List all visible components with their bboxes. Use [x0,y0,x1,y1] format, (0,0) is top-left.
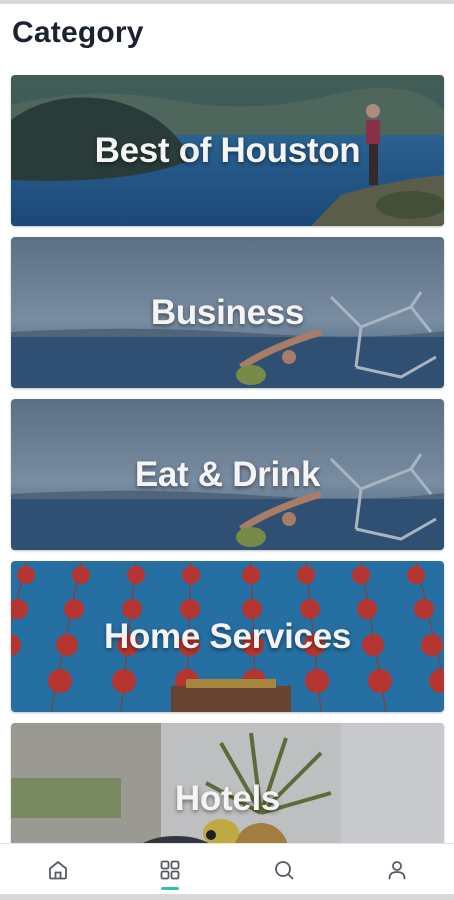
home-icon [49,861,67,880]
tab-home[interactable] [28,844,88,896]
category-label: Eat & Drink [134,454,321,494]
tab-categories[interactable] [140,844,200,896]
category-card-best-of-houston[interactable]: Best of Houston [11,75,444,226]
grid-icon [160,860,180,880]
category-label: Business [150,292,305,332]
search-icon [275,861,294,880]
category-card-business[interactable]: Business [11,237,444,388]
user-icon [388,861,406,880]
status-bar-strip [0,0,454,4]
tab-profile[interactable] [367,844,427,896]
category-list: Best of Houston Business Eat & Drink Hom… [11,75,444,885]
system-nav-strip [0,894,454,900]
category-card-home-services[interactable]: Home Services [11,561,444,712]
category-label: Home Services [103,616,352,656]
bottom-tab-bar [0,843,454,900]
active-tab-indicator [161,887,179,890]
category-card-eat-and-drink[interactable]: Eat & Drink [11,399,444,550]
page-title: Category [12,16,144,49]
category-label: Hotels [174,778,281,818]
tab-search[interactable] [254,844,314,896]
category-label: Best of Houston [94,130,361,170]
